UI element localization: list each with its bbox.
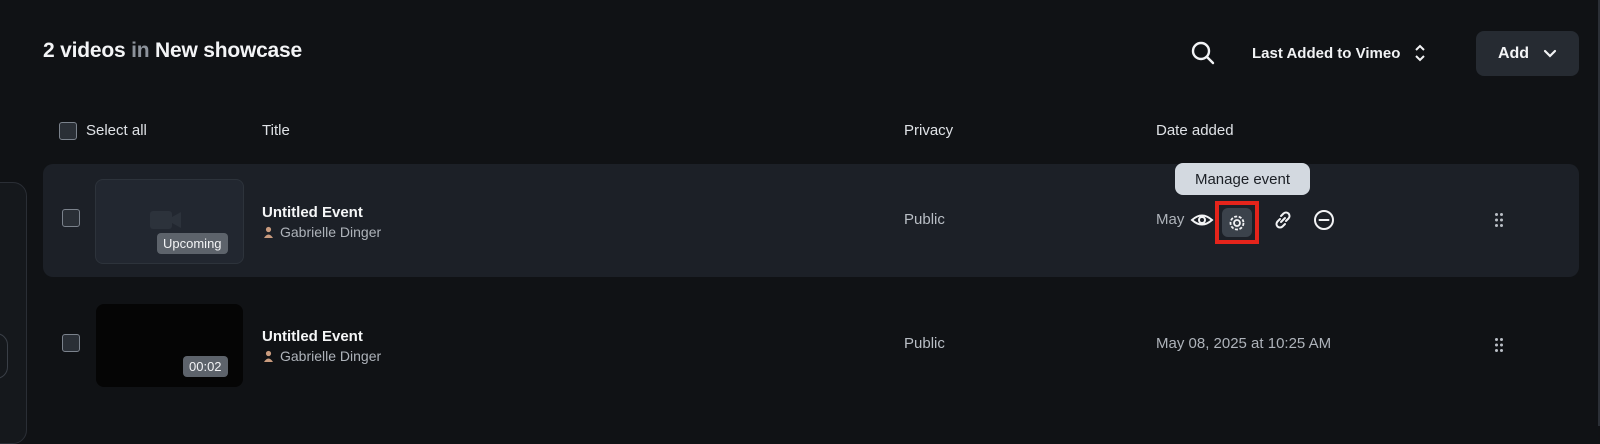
- eye-icon: [1190, 214, 1214, 226]
- video-owner: Gabrielle Dinger: [263, 348, 381, 364]
- side-panel: [0, 182, 27, 444]
- copy-link-button[interactable]: [1271, 208, 1295, 232]
- add-button[interactable]: Add: [1476, 31, 1579, 76]
- sort-icon: [1415, 44, 1426, 62]
- user-icon: [264, 226, 273, 238]
- remove-button[interactable]: [1312, 208, 1336, 232]
- tooltip: Manage event: [1175, 163, 1310, 195]
- add-label: Add: [1497, 44, 1530, 62]
- drag-handle[interactable]: [1494, 337, 1504, 353]
- page-title: 2 videos in New showcase: [43, 39, 302, 63]
- duration-badge: 00:02: [183, 356, 228, 377]
- remove-icon: [1314, 210, 1334, 230]
- video-thumbnail[interactable]: 00:02: [96, 304, 243, 387]
- column-title[interactable]: Title: [262, 122, 290, 139]
- video-title[interactable]: Untitled Event: [262, 204, 363, 221]
- view-button[interactable]: [1190, 208, 1214, 232]
- link-icon: [1275, 211, 1291, 229]
- date-value: May 08, 2025 at 10:25 AM: [1156, 335, 1332, 352]
- owner-name: Gabrielle Dinger: [280, 224, 382, 240]
- drag-handle[interactable]: [1494, 212, 1504, 228]
- search-icon: [1191, 41, 1215, 65]
- user-icon: [264, 350, 273, 362]
- manage-event-button[interactable]: [1222, 208, 1252, 237]
- camera-icon: [150, 211, 181, 229]
- side-control[interactable]: [0, 333, 8, 379]
- showcase-name: New showcase: [155, 39, 302, 62]
- video-owner: Gabrielle Dinger: [263, 224, 381, 240]
- in-label: in: [131, 39, 150, 62]
- column-date-added[interactable]: Date added: [1156, 122, 1234, 139]
- date-value: May: [1156, 211, 1185, 228]
- chevron-down-icon: [1543, 49, 1557, 58]
- status-badge: Upcoming: [157, 233, 228, 254]
- row-checkbox[interactable]: [62, 209, 80, 227]
- video-thumbnail[interactable]: Upcoming: [95, 179, 244, 264]
- sort-label: Last Added to Vimeo: [1252, 44, 1401, 62]
- video-count: 2 videos: [43, 39, 126, 62]
- privacy-value[interactable]: Public: [904, 335, 945, 352]
- select-all-checkbox[interactable]: [59, 122, 77, 140]
- column-privacy[interactable]: Privacy: [904, 122, 953, 139]
- highlight-box: [1215, 201, 1259, 244]
- select-all-label[interactable]: Select all: [86, 122, 147, 139]
- sort-dropdown[interactable]: Last Added to Vimeo: [1252, 41, 1426, 65]
- privacy-value[interactable]: Public: [904, 211, 945, 228]
- search-button[interactable]: [1190, 40, 1216, 66]
- gear-icon: [1229, 215, 1245, 230]
- drag-handle-icon: [1495, 338, 1503, 352]
- video-title[interactable]: Untitled Event: [262, 328, 363, 345]
- owner-name: Gabrielle Dinger: [280, 348, 382, 364]
- drag-handle-icon: [1495, 213, 1503, 227]
- row-checkbox[interactable]: [62, 334, 80, 352]
